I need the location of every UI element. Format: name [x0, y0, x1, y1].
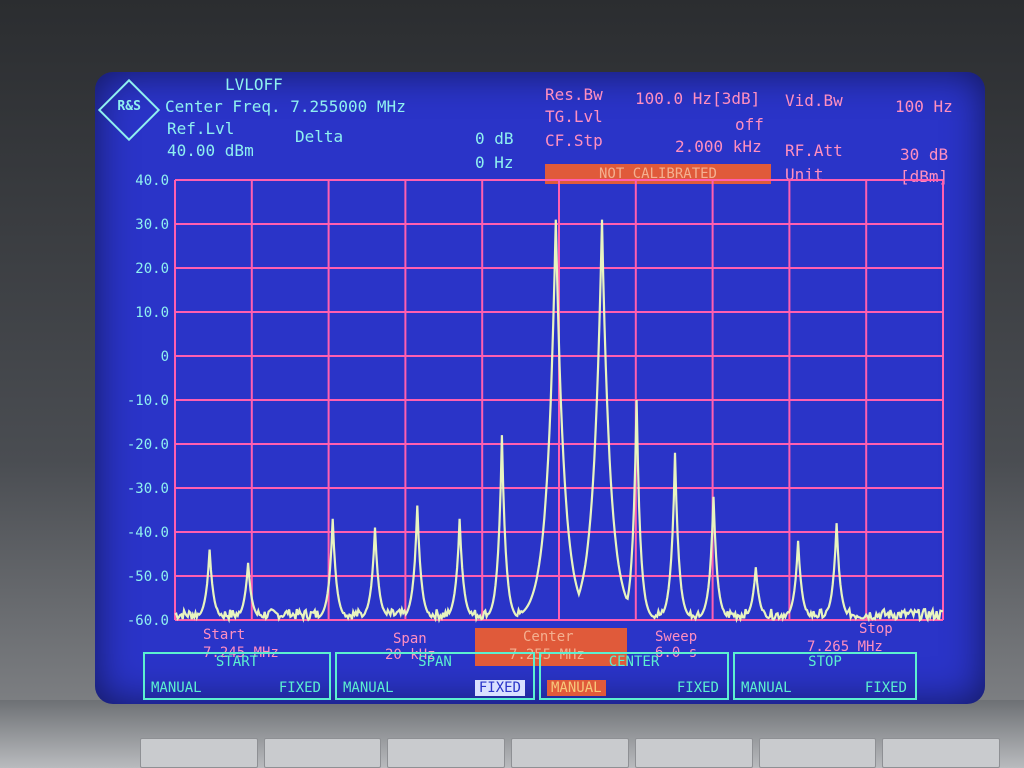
- softkey-start[interactable]: START MANUAL FIXED: [143, 652, 331, 700]
- hardware-key[interactable]: [634, 738, 753, 768]
- center-label: Center: [523, 629, 574, 645]
- softkey-stop-fixed[interactable]: FIXED: [865, 680, 907, 696]
- softkey-stop-title: STOP: [808, 654, 842, 670]
- softkey-start-fixed[interactable]: FIXED: [279, 680, 321, 696]
- y-tick-label: 30.0: [135, 217, 169, 233]
- y-tick-label: 0: [161, 349, 169, 365]
- hardware-key[interactable]: [263, 738, 382, 768]
- softkey-start-title: START: [215, 654, 259, 670]
- y-tick-label: -60.0: [127, 613, 169, 629]
- softkey-center[interactable]: CENTER MANUAL FIXED: [539, 652, 729, 700]
- softkey-span[interactable]: SPAN MANUAL FIXED: [335, 652, 535, 700]
- softkey-stop[interactable]: STOP MANUAL FIXED: [733, 652, 917, 700]
- hardware-key[interactable]: [387, 738, 506, 768]
- y-tick-label: -10.0: [127, 393, 169, 409]
- y-tick-label: -30.0: [127, 481, 169, 497]
- softkey-center-manual[interactable]: MANUAL: [547, 680, 606, 696]
- softkey-start-manual[interactable]: MANUAL: [151, 680, 202, 696]
- y-tick-label: -40.0: [127, 525, 169, 541]
- y-tick-label: 40.0: [135, 173, 169, 189]
- stop-label: Stop: [859, 621, 893, 637]
- softkey-span-title: SPAN: [418, 654, 452, 670]
- hardware-key[interactable]: [882, 738, 1001, 768]
- y-tick-label: -20.0: [127, 437, 169, 453]
- y-tick-label: -50.0: [127, 569, 169, 585]
- hardware-key[interactable]: [140, 738, 258, 768]
- analyzer-screen: R&S LVLOFF Center Freq. 7.255000 MHz Ref…: [95, 72, 985, 704]
- softkey-center-title: CENTER: [608, 654, 660, 670]
- hardware-softkey-strip: [140, 738, 1001, 768]
- softkey-center-fixed[interactable]: FIXED: [677, 680, 719, 696]
- hardware-key[interactable]: [758, 738, 877, 768]
- softkey-span-manual[interactable]: MANUAL: [343, 680, 394, 696]
- softkey-stop-manual[interactable]: MANUAL: [741, 680, 792, 696]
- spectrum-plot: 40.0 30.0 20.0 10.0 0 -10.0 -20.0 -30.0 -40.0 -50…: [127, 173, 944, 629]
- hardware-key[interactable]: [511, 738, 629, 768]
- y-tick-label: 10.0: [135, 305, 169, 321]
- graticule-grid: [174, 179, 944, 621]
- y-axis-ticks: 40.0 30.0 20.0 10.0 0 -10.0 -20.0 -30.0 -40.0 -50…: [127, 173, 169, 629]
- y-tick-label: 20.0: [135, 261, 169, 277]
- start-label: Start: [203, 627, 246, 643]
- softkey-span-fixed[interactable]: FIXED: [474, 680, 525, 696]
